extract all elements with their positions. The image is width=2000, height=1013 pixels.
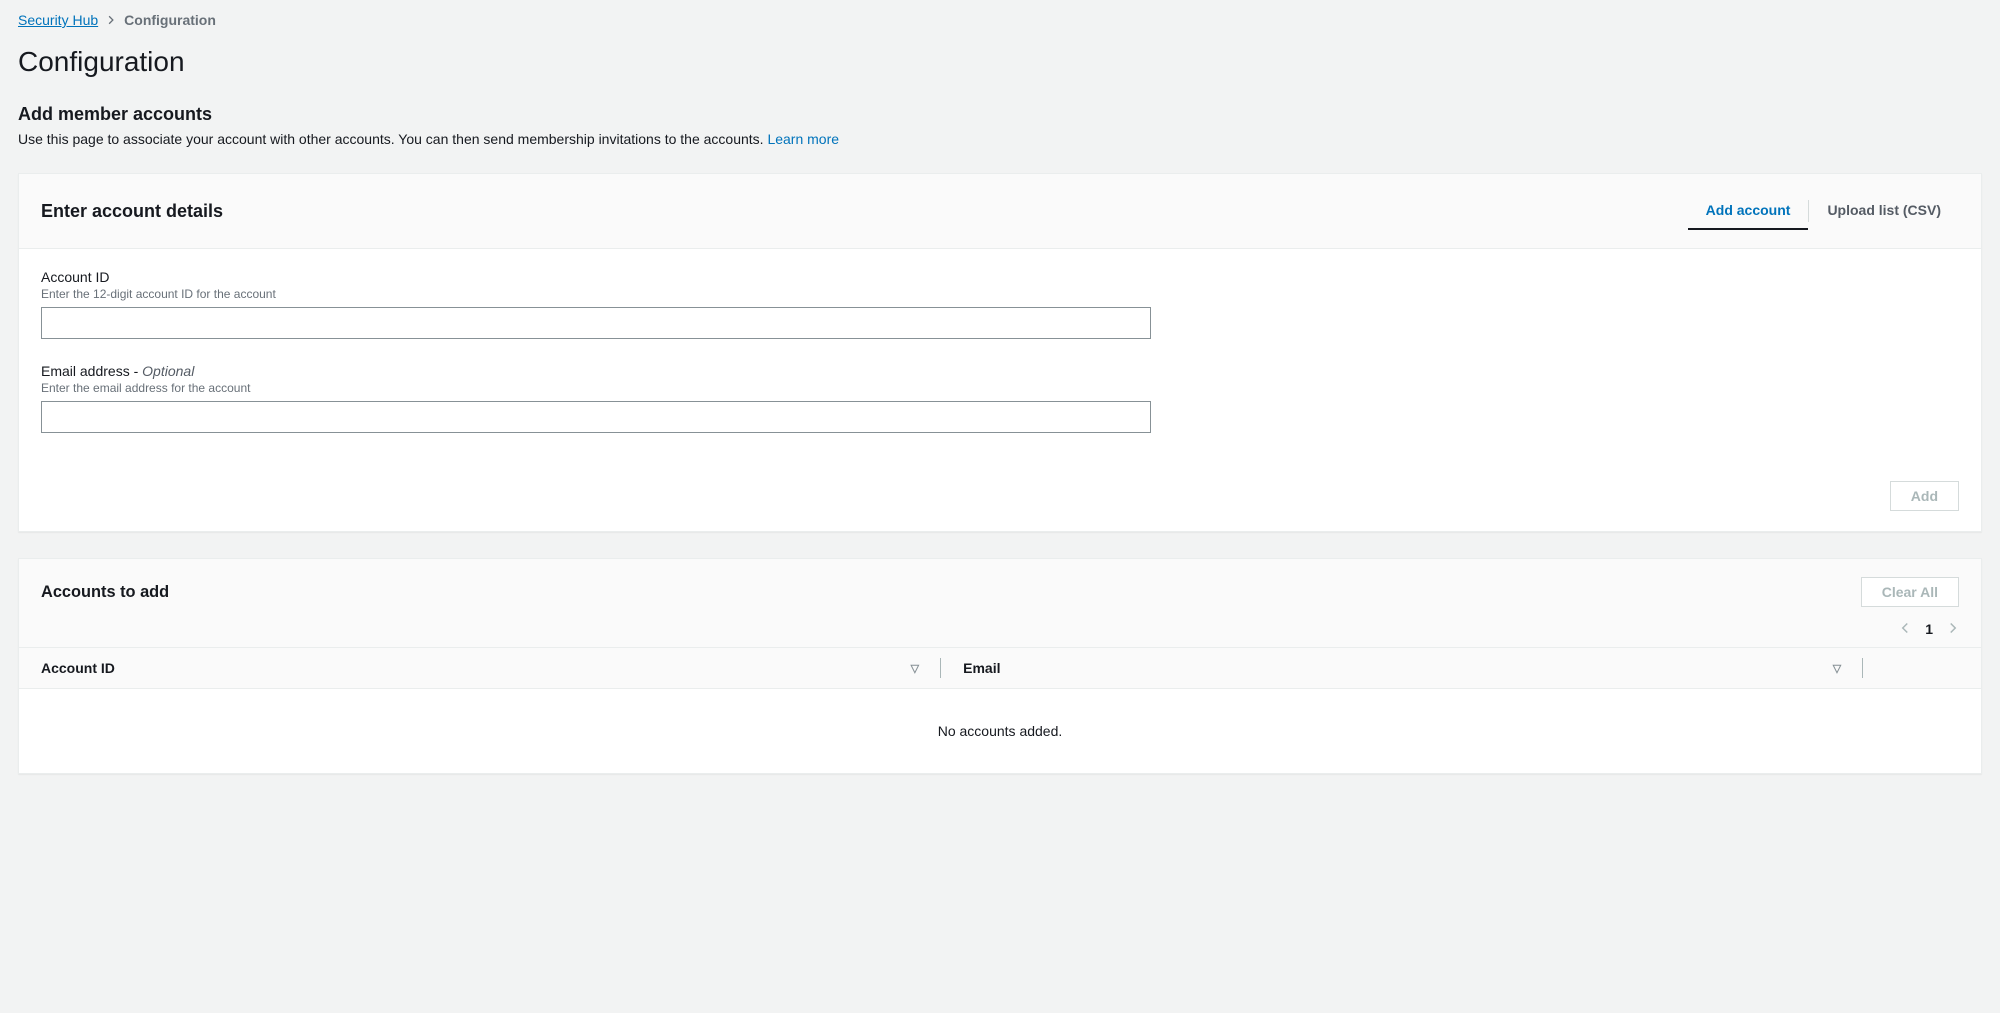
accounts-table: Account ID ▽ Email ▽ No accounts added. — [19, 648, 1981, 773]
learn-more-link[interactable]: Learn more — [767, 131, 839, 147]
column-header-email-label: Email — [963, 660, 1000, 676]
page-title: Configuration — [18, 46, 1982, 78]
column-header-email[interactable]: Email ▽ — [941, 648, 1863, 689]
section-subtitle: Add member accounts — [18, 104, 1982, 125]
email-input[interactable] — [41, 401, 1151, 433]
email-label-text: Email address - — [41, 363, 142, 379]
account-id-input[interactable] — [41, 307, 1151, 339]
column-header-actions — [1863, 648, 1981, 689]
accounts-panel-header: Accounts to add Clear All 1 — [19, 559, 1981, 648]
section-description: Use this page to associate your account … — [18, 131, 1982, 147]
pagination-page-number: 1 — [1925, 621, 1933, 637]
tab-upload-csv[interactable]: Upload list (CSV) — [1809, 192, 1959, 230]
account-id-field: Account ID Enter the 12-digit account ID… — [41, 269, 1151, 339]
email-field: Email address - Optional Enter the email… — [41, 363, 1151, 433]
tab-add-account[interactable]: Add account — [1688, 192, 1809, 230]
chevron-right-icon — [106, 12, 116, 28]
column-header-account-id-label: Account ID — [41, 660, 115, 676]
section-description-text: Use this page to associate your account … — [18, 131, 767, 147]
table-empty-message: No accounts added. — [19, 689, 1981, 774]
sort-icon: ▽ — [911, 662, 919, 675]
breadcrumb-current: Configuration — [124, 12, 216, 28]
enter-account-details-panel: Enter account details Add account Upload… — [18, 173, 1982, 532]
table-empty-row: No accounts added. — [19, 689, 1981, 774]
sort-icon: ▽ — [1833, 662, 1841, 675]
account-id-label: Account ID — [41, 269, 1151, 285]
email-label: Email address - Optional — [41, 363, 1151, 379]
account-id-help: Enter the 12-digit account ID for the ac… — [41, 287, 1151, 301]
enter-panel-header: Enter account details Add account Upload… — [19, 174, 1981, 249]
accounts-panel-title: Accounts to add — [41, 583, 169, 602]
pagination-prev-icon[interactable] — [1899, 621, 1911, 637]
breadcrumb-root-link[interactable]: Security Hub — [18, 12, 98, 28]
entry-mode-tabs: Add account Upload list (CSV) — [1688, 192, 1959, 230]
column-header-account-id[interactable]: Account ID ▽ — [19, 648, 941, 689]
breadcrumb: Security Hub Configuration — [18, 12, 1982, 28]
accounts-to-add-panel: Accounts to add Clear All 1 Account ID ▽ — [18, 558, 1982, 774]
pagination-next-icon[interactable] — [1947, 621, 1959, 637]
pagination: 1 — [41, 621, 1959, 637]
clear-all-button[interactable]: Clear All — [1861, 577, 1959, 607]
email-optional-tag: Optional — [142, 363, 194, 379]
email-help: Enter the email address for the account — [41, 381, 1151, 395]
enter-panel-title: Enter account details — [41, 201, 223, 222]
enter-panel-footer: Add — [19, 477, 1981, 531]
enter-panel-body: Account ID Enter the 12-digit account ID… — [19, 249, 1981, 477]
add-button[interactable]: Add — [1890, 481, 1959, 511]
